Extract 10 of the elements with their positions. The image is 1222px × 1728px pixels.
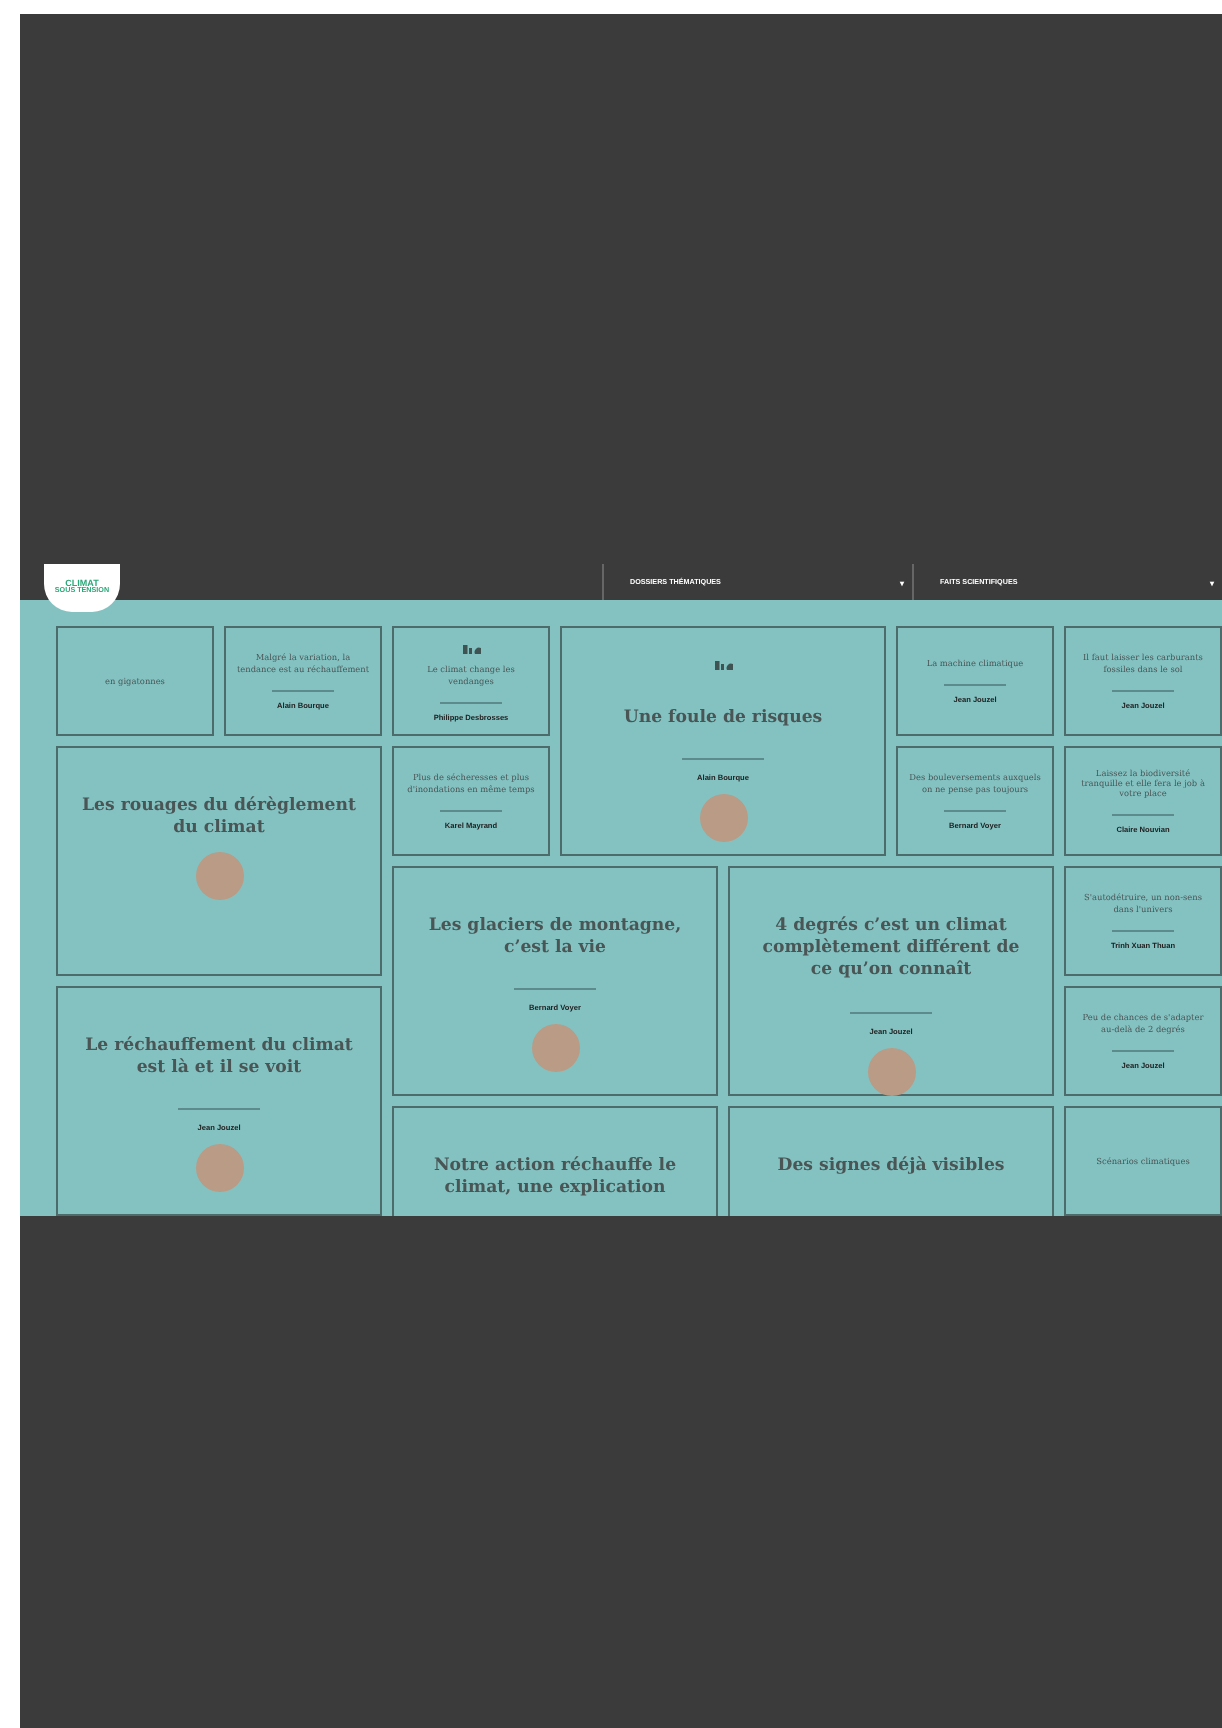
article-title: Des signes déjà visibles <box>777 1156 1005 1179</box>
article-title: Notre action réchauffe le climat, une explication <box>431 1156 679 1201</box>
article-title: Une foule de risques <box>623 708 823 731</box>
article-card[interactable]: Les rouages du dérèglement du climat <box>56 746 382 976</box>
article-card[interactable]: Des signes déjà visibles <box>728 1106 1054 1216</box>
article-title: Les rouages du dérèglement du climat <box>82 796 356 841</box>
article-title: 4 degrés c’est un climat complètement différent de ce qu’on connaît <box>760 916 1022 984</box>
article-title: Le réchauffement du climat est là et il se voit <box>83 1036 355 1081</box>
article-title: Les glaciers de montagne, c’est la vie <box>426 916 684 961</box>
article-card[interactable]: Notre action réchauffe le climat, une explication <box>392 1106 718 1216</box>
